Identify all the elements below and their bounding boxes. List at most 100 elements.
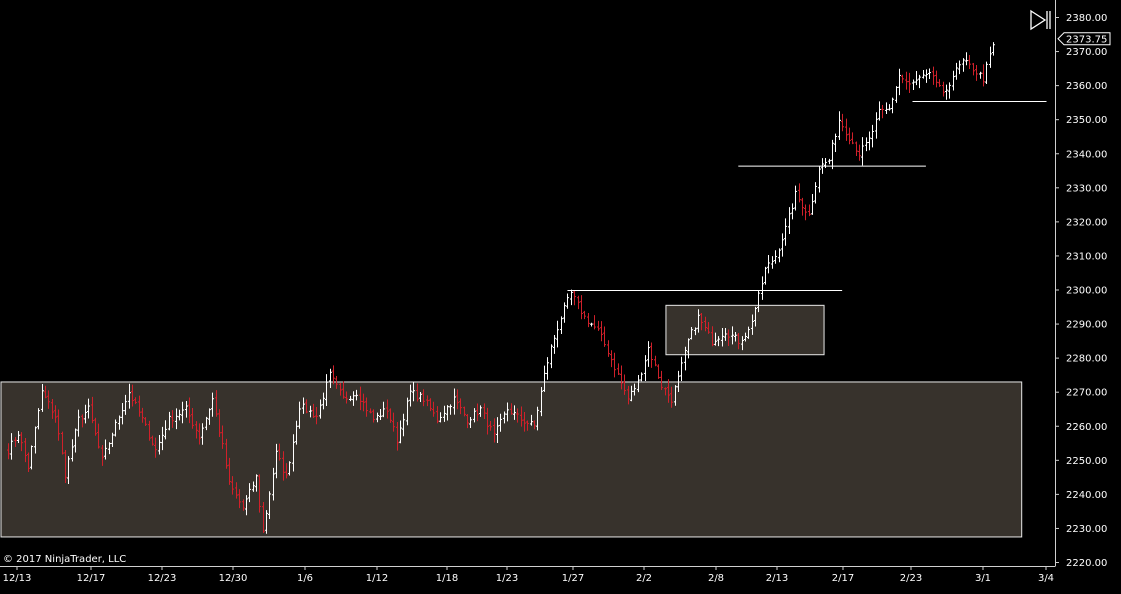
ohlc-bar [556, 320, 559, 348]
x-tick-label: 12/30 [219, 573, 248, 584]
ohlc-bar [972, 62, 975, 76]
y-tick-label: 2280.00 [1066, 354, 1107, 365]
x-tick-label: 1/18 [436, 573, 458, 584]
y-tick-label: 2270.00 [1066, 388, 1107, 399]
ohlc-bar [912, 79, 915, 91]
ohlc-bar [938, 79, 941, 87]
y-tick-label: 2310.00 [1066, 251, 1107, 262]
ohlc-bar [566, 293, 569, 309]
ohlc-bar [948, 82, 951, 99]
ohlc-bar [828, 158, 831, 165]
y-tick-label: 2350.00 [1066, 115, 1107, 126]
ohlc-bar [798, 183, 801, 203]
ohlc-bar [908, 72, 911, 93]
ohlc-bar [650, 342, 653, 368]
ohlc-bar [617, 363, 620, 375]
ohlc-bar [771, 256, 774, 269]
ohlc-bar [861, 137, 864, 166]
price-chart: 2220.00 2230.00 2240.00 2250.00 2260.00 2270.… [0, 0, 1111, 584]
ohlc-bar [905, 71, 908, 90]
y-tick-label: 2290.00 [1066, 320, 1107, 331]
ohlc-bar [767, 255, 770, 274]
ohlc-bar [546, 357, 549, 380]
x-tick-label: 2/8 [708, 573, 724, 584]
y-tick-label: 2240.00 [1066, 490, 1107, 501]
ohlc-bar [600, 321, 603, 342]
ohlc-bar [563, 302, 566, 323]
ohlc-bar [942, 81, 945, 97]
ohlc-bar [881, 104, 884, 119]
ohlc-bar [597, 320, 600, 331]
ohlc-bar [640, 372, 643, 382]
ohlc-bar [801, 197, 804, 216]
y-tick-label: 2220.00 [1066, 558, 1107, 569]
level-lines-layer [567, 100, 1047, 291]
ohlc-bar [644, 355, 647, 382]
ohlc-bar [657, 364, 660, 379]
ohlc-bar [845, 118, 848, 141]
y-tick-label: 2370.00 [1066, 47, 1107, 58]
ohlc-bar [848, 127, 851, 145]
ohlc-bar [885, 102, 888, 115]
ohlc-bar [871, 124, 874, 148]
ohlc-bar [992, 42, 995, 56]
ohlc-bar [603, 326, 606, 347]
ohlc-bar [891, 97, 894, 114]
ohlc-bar [878, 101, 881, 121]
ohlc-bar [804, 204, 807, 221]
ohlc-bar [781, 233, 784, 257]
ohlc-bar [774, 250, 777, 264]
ohlc-bar [955, 62, 958, 80]
ohlc-bar [958, 60, 961, 75]
ohlc-bar [968, 54, 971, 69]
zone-box [665, 304, 825, 356]
y-tick-label: 2300.00 [1066, 286, 1107, 297]
x-tick-label: 2/13 [766, 573, 788, 584]
y-tick-label: 2260.00 [1066, 422, 1107, 433]
ohlc-bar [975, 64, 978, 81]
ohlc-bar [332, 365, 335, 385]
ohlc-bar [982, 64, 985, 87]
ohlc-bar [784, 218, 787, 246]
ohlc-bar [761, 276, 764, 300]
ohlc-bar [841, 113, 844, 132]
ohlc-bar [560, 316, 563, 335]
ohlc-bar [898, 68, 901, 96]
x-tick-label: 3/4 [1038, 573, 1054, 584]
ohlc-bar [962, 58, 965, 72]
ohlc-bar [928, 68, 931, 80]
ohlc-bar [550, 344, 553, 369]
ohlc-bar [945, 84, 948, 100]
ohlc-bar [932, 66, 935, 85]
ohlc-bar [935, 70, 938, 88]
x-tick-label: 1/12 [366, 573, 388, 584]
ohlc-bar [794, 185, 797, 211]
ohlc-bar [587, 313, 590, 328]
ohlc-bar [952, 70, 955, 91]
copyright-text: © 2017 NinjaTrader, LLC [3, 554, 127, 565]
ohlc-bar [895, 86, 898, 103]
ohlc-bar [613, 352, 616, 378]
current-price-marker: 2373.75 [1057, 32, 1111, 46]
y-tick-label: 2380.00 [1066, 13, 1107, 24]
x-axis: 12/13 12/17 12/23 12/30 1/6 1/12 1/18 1/23 1/27 2… [3, 566, 1054, 584]
ohlc-bar [647, 341, 650, 367]
ohlc-bar [888, 104, 891, 111]
ohlc-bar [577, 295, 580, 310]
ohlc-bar [922, 70, 925, 79]
ohlc-bar [791, 203, 794, 220]
ohlc-bar [901, 74, 904, 84]
y-tick-label: 2340.00 [1066, 149, 1107, 160]
ohlc-bar [851, 132, 854, 145]
ohlc-bar [583, 310, 586, 320]
ohlc-bar [811, 193, 814, 215]
y-tick-label: 2320.00 [1066, 217, 1107, 228]
play-end-icon[interactable] [1029, 9, 1051, 31]
y-tick-label: 2360.00 [1066, 81, 1107, 92]
ohlc-bar [915, 70, 918, 86]
x-tick-label: 1/27 [562, 573, 584, 584]
ohlc-bar [607, 340, 610, 357]
ohlc-bar [985, 61, 988, 84]
ohlc-bar [610, 350, 613, 368]
ohlc-bar [868, 131, 871, 151]
